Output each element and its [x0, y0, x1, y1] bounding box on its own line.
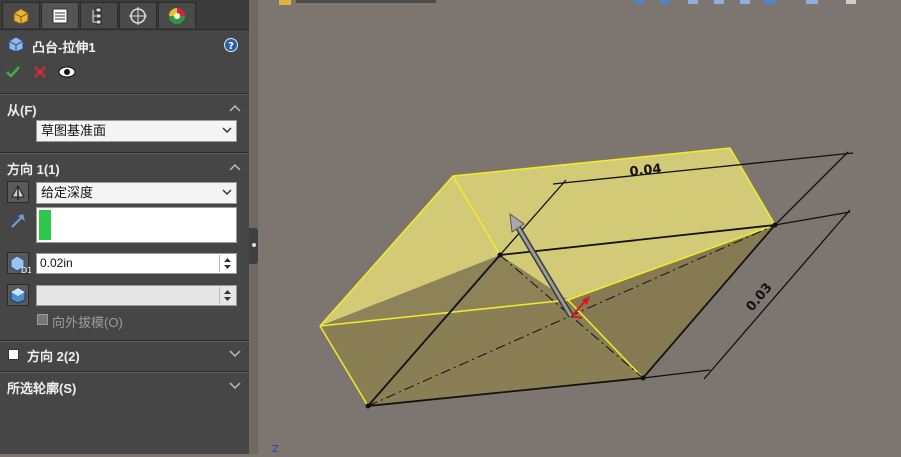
from-select-value: 草图基准面	[41, 123, 107, 138]
tab-dimxpert[interactable]	[119, 2, 157, 28]
tab-configuration-manager[interactable]	[80, 2, 118, 28]
end-condition-value: 给定深度	[41, 185, 94, 200]
tab-feature-manager[interactable]	[2, 2, 40, 28]
draft-angle-input[interactable]	[36, 285, 237, 306]
draft-outward-label: 向外拔模(O)	[52, 315, 123, 330]
draft-spinner[interactable]	[219, 287, 235, 304]
property-manager-panel: 凸台-拉伸1 ? 从(F) 草图基准面 方向 1(1) 给定深度 D1 0.02…	[0, 0, 249, 454]
panel-collapse-handle[interactable]	[249, 228, 258, 264]
divider	[0, 341, 249, 342]
tab-property-manager[interactable]	[41, 2, 79, 28]
depth-input[interactable]: 0.02in	[36, 253, 237, 274]
chevron-down-icon[interactable]	[229, 348, 241, 358]
from-select[interactable]: 草图基准面	[36, 120, 237, 142]
svg-text:D1: D1	[21, 266, 31, 274]
depth-icon: D1	[7, 252, 31, 274]
reverse-direction-icon[interactable]	[7, 181, 29, 203]
graphics-viewport[interactable]: 0.04 0.03 Z	[258, 0, 901, 455]
checkmark-icon[interactable]	[6, 65, 20, 79]
panel-tabs	[0, 0, 249, 30]
divider	[0, 372, 249, 373]
divider	[0, 153, 249, 154]
chevron-down-icon	[222, 127, 232, 134]
axis-label-z: Z	[272, 444, 279, 454]
svg-text:?: ?	[228, 41, 234, 52]
draft-outward-checkbox[interactable]	[37, 314, 48, 325]
direction2-checkbox[interactable]	[8, 349, 19, 360]
dimxpert-icon	[129, 6, 147, 25]
chevron-down-icon[interactable]	[229, 380, 241, 390]
direction1-section-title[interactable]: 方向 1(1)	[7, 159, 60, 178]
spinner-arrows-icon	[224, 258, 231, 269]
eye-icon[interactable]	[58, 66, 76, 78]
close-icon[interactable]	[34, 66, 46, 78]
tab-display-manager[interactable]	[158, 2, 196, 28]
chevron-down-icon	[222, 189, 232, 196]
depth-value: 0.02in	[40, 256, 73, 270]
depth-spinner[interactable]	[219, 255, 235, 272]
contours-section-title[interactable]: 所选轮廓(S)	[7, 378, 76, 397]
direction2-section-title[interactable]: 方向 2(2)	[27, 346, 80, 365]
chevron-up-icon[interactable]	[229, 162, 241, 172]
draft-icon[interactable]	[7, 284, 29, 306]
end-condition-select[interactable]: 给定深度	[36, 182, 237, 204]
from-section-title[interactable]: 从(F)	[7, 100, 37, 119]
heads-up-toolbar[interactable]	[632, 0, 892, 6]
configuration-manager-icon	[92, 7, 102, 24]
model-view[interactable]: 0.04 0.03 Z	[258, 0, 901, 455]
extrude-feature-icon	[8, 36, 24, 53]
handle-dot	[252, 243, 256, 247]
display-manager-icon	[169, 7, 185, 24]
direction-vector-icon	[11, 214, 25, 228]
panel-splitter[interactable]	[249, 0, 258, 454]
spinner-arrows-icon	[224, 290, 231, 301]
help-icon[interactable]: ?	[224, 38, 238, 52]
divider	[0, 94, 249, 95]
feature-manager-icon	[13, 7, 29, 25]
feature-title: 凸台-拉伸1	[32, 40, 96, 55]
direction-selection-box[interactable]	[36, 207, 237, 243]
chevron-up-icon[interactable]	[229, 103, 241, 113]
selection-indicator	[39, 210, 51, 240]
property-manager-icon	[52, 8, 68, 23]
